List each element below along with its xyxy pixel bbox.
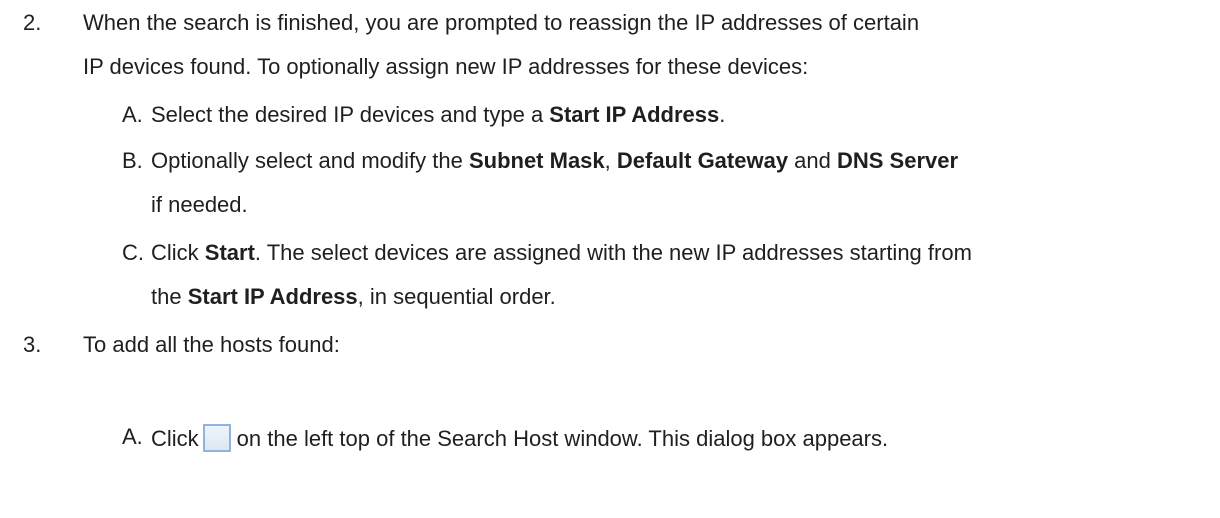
substep-letter: B.: [122, 148, 143, 173]
step-number: 3.: [23, 332, 42, 357]
step-text: When the search is finished, you are pro…: [83, 10, 920, 35]
checkbox-icon: [202, 424, 231, 452]
ui-term: Start IP Address: [187, 284, 358, 309]
ui-term: Start IP Address: [549, 102, 720, 127]
substep-letter: A.: [122, 424, 143, 449]
ui-term: Default Gateway: [616, 148, 789, 173]
substep-letter: A.: [122, 102, 143, 127]
substep-text: the Start IP Address, in sequential orde…: [151, 284, 556, 309]
ui-term: Start: [204, 240, 255, 265]
step-text: IP devices found. To optionally assign n…: [83, 54, 809, 79]
substep-text: Click on the left top of the Search Host …: [151, 424, 889, 452]
step-number: 2.: [23, 10, 42, 35]
substep-text: Optionally select and modify the Subnet …: [151, 148, 959, 173]
ui-term: Subnet Mask: [468, 148, 605, 173]
step-text: To add all the hosts found:: [83, 332, 340, 357]
substep-text: if needed.: [151, 192, 248, 217]
substep-text: Select the desired IP devices and type a…: [151, 102, 726, 127]
substep-text: Click Start. The select devices are assi…: [151, 240, 972, 265]
substep-letter: C.: [122, 240, 144, 265]
ui-term: DNS Server: [837, 148, 959, 173]
